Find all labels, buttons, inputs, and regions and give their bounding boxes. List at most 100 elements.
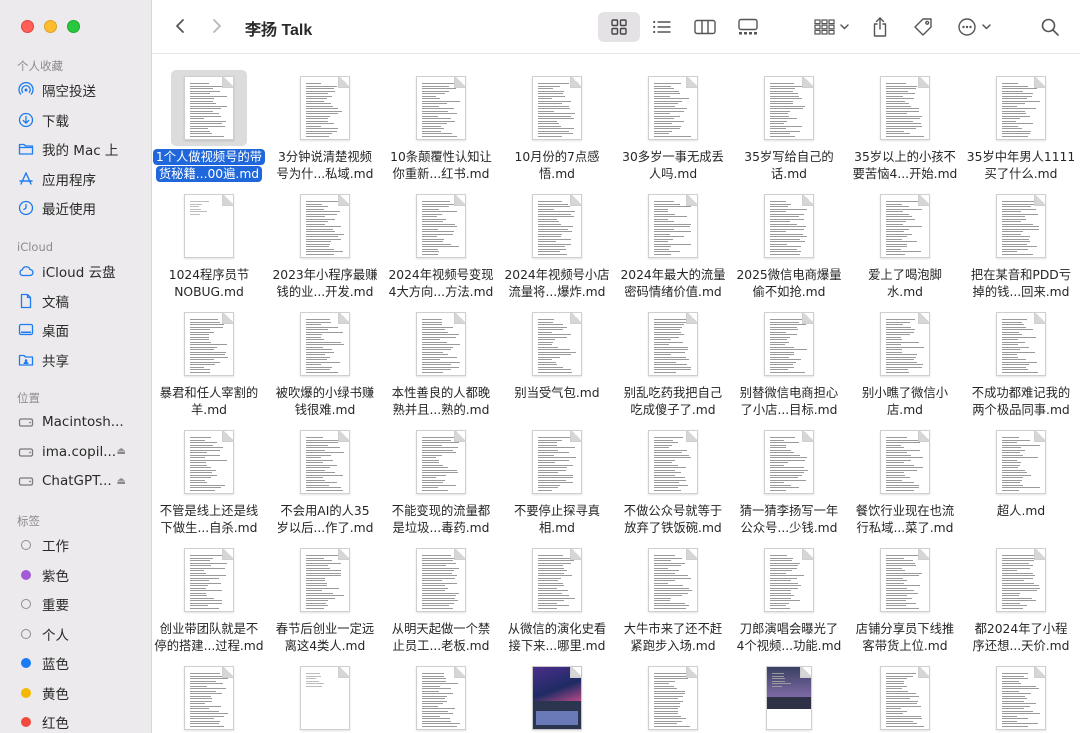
sidebar-item-favorite[interactable]: 下载 <box>18 108 146 132</box>
file-item[interactable]: 创业带团队就是不 停的搭建...过程.md <box>152 531 267 653</box>
file-item[interactable]: 2024年视频号变现 4大方向...方法.md <box>383 177 499 299</box>
file-item[interactable] <box>847 649 963 733</box>
file-item[interactable]: 把在某音和PDD亏 掉的钱...回来.md <box>963 177 1079 299</box>
file-item[interactable]: 不成功都难记我的 两个极品同事.md <box>963 295 1079 417</box>
sidebar-item-icloud[interactable]: iCloud 云盘 <box>18 259 146 283</box>
file-thumbnail <box>867 306 943 382</box>
sidebar-item-location[interactable]: ChatGPT... ⏏ <box>18 469 146 493</box>
file-item[interactable]: 2024年视频号小店 流量将...爆炸.md <box>499 177 615 299</box>
file-item[interactable]: 别替微信电商担心 了小店...目标.md <box>731 295 847 417</box>
markdown-document-icon <box>648 548 698 612</box>
file-item[interactable]: 2025微信电商爆量 偷不如抢.md <box>731 177 847 299</box>
file-item[interactable] <box>267 649 383 733</box>
gallery-view-button[interactable] <box>730 12 766 42</box>
file-item[interactable]: 大牛市来了还不赶 紧跑步入场.md <box>615 531 731 653</box>
file-item[interactable]: 2023年小程序最赚 钱的业...开发.md <box>267 177 383 299</box>
file-item[interactable]: 35岁中年男人1111 买了什么.md <box>963 59 1079 181</box>
file-item[interactable]: 10条颠覆性认知让 你重新...红书.md <box>383 59 499 181</box>
markdown-document-icon <box>532 76 582 140</box>
file-item[interactable]: 不做公众号就等于 放弃了铁饭碗.md <box>615 413 731 535</box>
markdown-document-icon <box>184 76 234 140</box>
sidebar-item-tag[interactable]: 红色 <box>18 710 146 733</box>
file-item[interactable]: 店铺分享员下线推 客带货上位.md <box>847 531 963 653</box>
forward-button[interactable] <box>206 14 228 38</box>
file-item[interactable] <box>499 649 615 733</box>
markdown-document-icon <box>300 312 350 376</box>
file-thumbnail <box>635 70 711 146</box>
eject-icon[interactable]: ⏏ <box>117 476 126 487</box>
file-item[interactable]: 春节后创业一定远 离这4类人.md <box>267 531 383 653</box>
sidebar-item-label: 蓝色 <box>42 657 69 673</box>
file-item[interactable]: 暴君和任人宰割的 羊.md <box>152 295 267 417</box>
sidebar-item-tag[interactable]: 紫色 <box>18 563 146 587</box>
file-item[interactable]: 爱上了喝泡脚 水.md <box>847 177 963 299</box>
close-window-button[interactable] <box>21 20 34 33</box>
markdown-document-icon <box>300 194 350 258</box>
file-item[interactable]: 都2024年了小程 序还想...天价.md <box>963 531 1079 653</box>
file-item[interactable]: 别当受气包.md <box>499 295 615 413</box>
file-thumbnail <box>287 660 363 733</box>
sidebar-item-label: 黄色 <box>42 686 69 703</box>
sidebar-item-label: 紫色 <box>42 568 69 585</box>
sidebar-item-tag[interactable]: 重要 <box>18 592 146 616</box>
sidebar-item-tag[interactable]: 个人 <box>18 622 146 646</box>
file-item[interactable]: 超人.md <box>963 413 1079 531</box>
sidebar-item-location[interactable]: ima.copil... ⏏ <box>18 440 146 464</box>
tag-color-dot-icon <box>21 540 31 550</box>
sidebar-item-tag[interactable]: 黄色 <box>18 681 146 705</box>
file-item[interactable]: 不会用AI的人35 岁以后...作了.md <box>267 413 383 535</box>
file-item[interactable]: 从微信的演化史看 接下来...哪里.md <box>499 531 615 653</box>
file-item[interactable]: 2024年最大的流量 密码情绪价值.md <box>615 177 731 299</box>
sidebar-item-tag[interactable]: 工作 <box>18 533 146 557</box>
search-button[interactable] <box>1034 12 1066 42</box>
file-item[interactable] <box>615 649 731 733</box>
file-item[interactable] <box>731 649 847 733</box>
group-by-button[interactable] <box>810 12 854 42</box>
file-item[interactable]: 被吹爆的小绿书赚 钱很难.md <box>267 295 383 417</box>
file-item[interactable]: 从明天起做一个禁 止员工...老板.md <box>383 531 499 653</box>
file-thumbnail <box>635 306 711 382</box>
file-item[interactable]: 10月份的7点感 悟.md <box>499 59 615 181</box>
file-item[interactable]: 猜一猜李扬写一年 公众号...少钱.md <box>731 413 847 535</box>
file-item[interactable]: 别小瞧了微信小 店.md <box>847 295 963 417</box>
tag-button[interactable] <box>907 12 939 42</box>
sidebar-item-favorite[interactable]: 最近使用 <box>18 196 146 220</box>
eject-icon[interactable]: ⏏ <box>117 446 126 457</box>
back-button[interactable] <box>169 14 191 38</box>
sidebar-item-tag[interactable]: 蓝色 <box>18 651 146 675</box>
zoom-window-button[interactable] <box>67 20 80 33</box>
sidebar-item-favorite[interactable]: 应用程序 <box>18 167 146 191</box>
file-item[interactable]: 1024程序员节 NOBUG.md <box>152 177 267 299</box>
more-actions-button[interactable] <box>952 12 996 42</box>
file-item[interactable]: 35岁以上的小孩不 要苦恼4...开始.md <box>847 59 963 181</box>
sidebar-item-icloud[interactable]: 桌面 <box>18 318 146 342</box>
file-item[interactable]: 别乱吃药我把自己 吃成傻子了.md <box>615 295 731 417</box>
icon-view-button[interactable] <box>598 12 640 42</box>
sidebar-item-favorite[interactable]: 隔空投送 <box>18 78 146 102</box>
file-item[interactable]: 不要停止探寻真 相.md <box>499 413 615 535</box>
file-item[interactable]: 3分钟说清楚视频 号为什...私域.md <box>267 59 383 181</box>
file-item[interactable]: 刀郎演唱会曝光了 4个视频...功能.md <box>731 531 847 653</box>
sidebar-item-location[interactable]: Macintosh... <box>18 410 146 434</box>
sidebar-item-favorite[interactable]: 我的 Mac 上 <box>18 137 146 161</box>
sidebar-item-icloud[interactable]: 共享 <box>18 348 146 372</box>
file-item[interactable]: 餐饮行业现在也流 行私域...菜了.md <box>847 413 963 535</box>
minimize-window-button[interactable] <box>44 20 57 33</box>
file-item[interactable]: 30多岁一事无成丢 人吗.md <box>615 59 731 181</box>
file-item[interactable] <box>963 649 1079 733</box>
sidebar-item-icloud[interactable]: 文稿 <box>18 289 146 313</box>
file-item[interactable]: 1个人做视频号的带 货秘籍...00遍.md <box>152 59 267 182</box>
share-button[interactable] <box>865 12 895 42</box>
file-thumbnail <box>867 424 943 500</box>
file-item[interactable] <box>152 649 267 733</box>
column-view-button[interactable] <box>687 12 723 42</box>
markdown-document-icon <box>300 76 350 140</box>
file-item[interactable]: 不能变现的流量都 是垃圾...毒药.md <box>383 413 499 535</box>
disk-icon <box>18 444 34 460</box>
markdown-document-icon <box>880 194 930 258</box>
file-item[interactable]: 35岁写给自己的 话.md <box>731 59 847 181</box>
file-item[interactable]: 本性善良的人都晚 熟并且...熟的.md <box>383 295 499 417</box>
list-view-button[interactable] <box>644 12 680 42</box>
file-item[interactable]: 不管是线上还是线 下做生...自杀.md <box>152 413 267 535</box>
file-item[interactable] <box>383 649 499 733</box>
